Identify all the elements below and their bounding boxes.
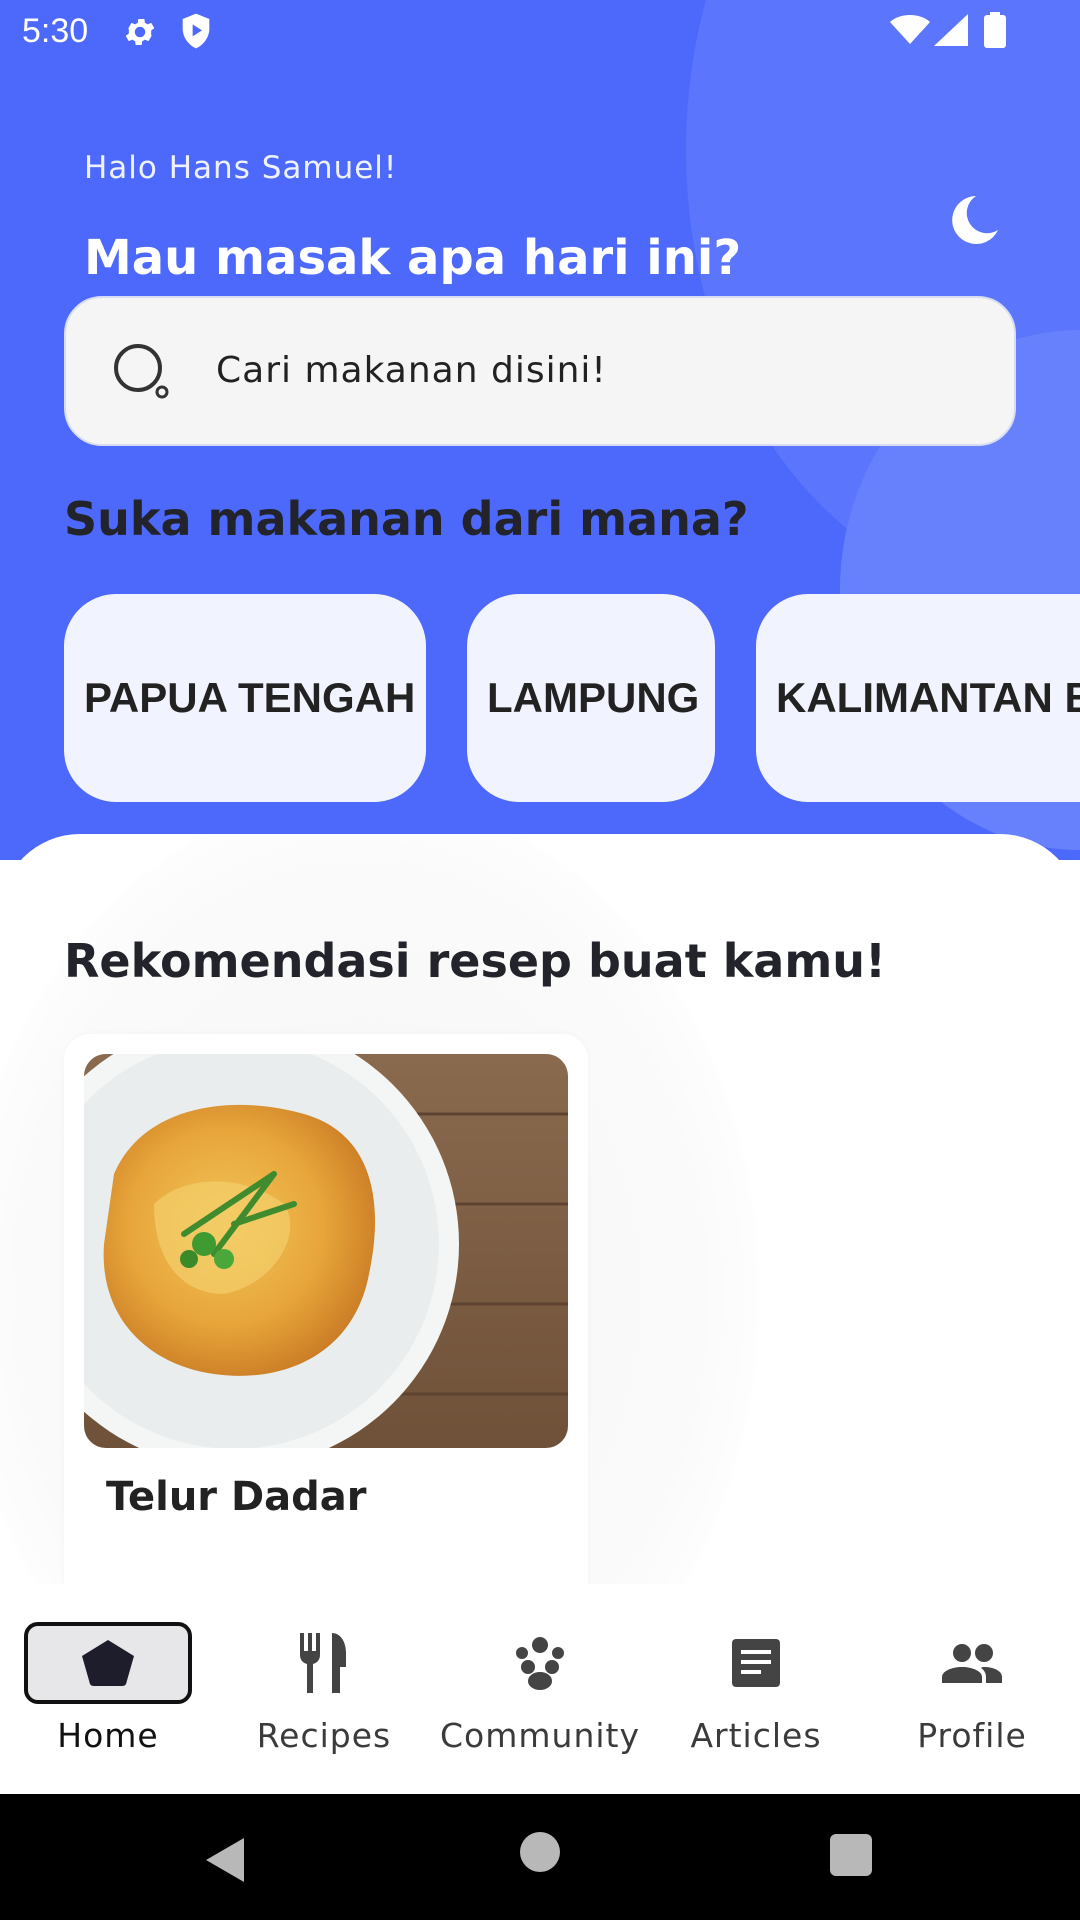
recent-apps-icon[interactable] [830,1834,872,1876]
greeting-text: Halo Hans Samuel! [84,150,398,186]
search-input[interactable]: Cari makanan disini! [64,296,1016,446]
moon-icon[interactable] [946,192,1002,248]
article-icon [732,1639,780,1687]
bottom-navigation: Home Recipes Community Articles Profile [0,1584,1080,1794]
nav-indicator [24,1622,192,1704]
nav-item-home[interactable]: Home [0,1584,216,1794]
gear-icon [125,18,155,46]
nav-label: Profile [917,1716,1027,1755]
page-headline: Mau masak apa hari ini? [84,230,742,286]
system-navigation-bar [0,1794,1080,1920]
shield-play-icon [182,13,210,49]
home-circle-icon[interactable] [520,1832,560,1872]
recipe-image [84,1054,568,1448]
community-icon [516,1637,564,1690]
home-icon [82,1640,134,1686]
region-chip[interactable]: KALIMANTAN B [756,594,1080,802]
status-time: 5:30 [22,12,89,50]
region-chip[interactable]: LAMPUNG [467,594,715,802]
region-chip-list: PAPUA TENGAH LAMPUNG KALIMANTAN B [64,594,1080,802]
people-icon [942,1644,1002,1683]
nav-label: Home [57,1716,159,1755]
recommendation-section: Rekomendasi resep buat kamu! Telur Dadar [0,834,1080,1584]
nav-item-community[interactable]: Community [432,1584,648,1794]
nav-item-articles[interactable]: Articles [648,1584,864,1794]
recipe-title: Telur Dadar [106,1474,367,1520]
nav-label: Articles [690,1716,822,1755]
search-icon [114,344,169,399]
status-bar: 5:30 [0,0,1080,64]
back-icon[interactable] [204,1836,246,1884]
region-section-title: Suka makanan dari mana? [64,492,749,546]
nav-label: Community [440,1716,640,1755]
search-placeholder: Cari makanan disini! [216,350,607,391]
nav-item-recipes[interactable]: Recipes [216,1584,432,1794]
utensils-icon [300,1633,346,1693]
wifi-icon [890,15,930,44]
nav-item-profile[interactable]: Profile [864,1584,1080,1794]
recipe-card[interactable]: Telur Dadar [64,1034,588,1584]
recommendation-title: Rekomendasi resep buat kamu! [64,934,887,988]
signal-icon [934,14,968,46]
battery-icon [984,12,1006,48]
nav-label: Recipes [256,1716,392,1755]
region-chip[interactable]: PAPUA TENGAH [64,594,426,802]
